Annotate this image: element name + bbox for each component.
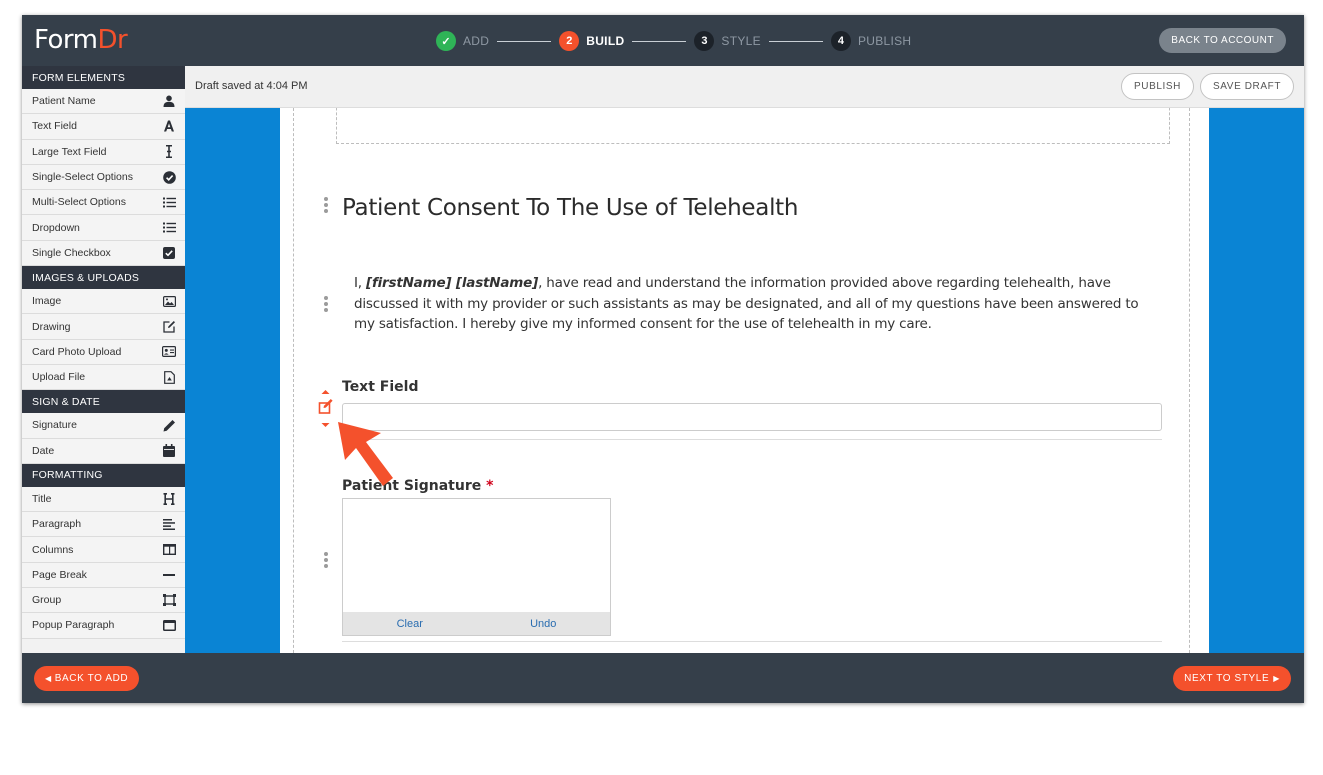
form-page: Patient Consent To The Use of Telehealth… (280, 108, 1209, 653)
section-sign-date: SIGN & DATE (22, 390, 185, 414)
back-to-account-button[interactable]: BACK TO ACCOUNT (1159, 28, 1286, 53)
file-icon (162, 370, 176, 384)
sidebar-item-image[interactable]: Image (22, 289, 185, 315)
previous-element-box[interactable] (336, 108, 1170, 144)
calendar-icon (162, 444, 176, 458)
next-to-style-button[interactable]: NEXT TO STYLE ▶ (1173, 666, 1291, 691)
form-elements-sidebar: FORM ELEMENTS Patient Name Text Field La… (22, 66, 185, 653)
step-publish-number: 4 (830, 31, 851, 51)
minus-icon (162, 568, 176, 582)
signature-pad[interactable]: Clear Undo (342, 498, 611, 636)
group-icon (162, 593, 176, 607)
chevron-left-icon: ◀ (45, 674, 52, 683)
sidebar-item-date[interactable]: Date (22, 438, 185, 464)
drag-handle-icon[interactable] (324, 296, 330, 314)
sidebar-item-columns[interactable]: Columns (22, 537, 185, 563)
checkbox-icon (162, 246, 176, 260)
sidebar-item-multi-select-options[interactable]: Multi-Select Options (22, 190, 185, 216)
sidebar-item-page-break[interactable]: Page Break (22, 562, 185, 589)
step-build[interactable]: 2 BUILD (559, 31, 624, 51)
divider (342, 439, 1162, 440)
section-formatting: FORMATTING (22, 463, 185, 487)
section-form-elements: FORM ELEMENTS (22, 66, 185, 89)
form-canvas: Patient Consent To The Use of Telehealth… (185, 108, 1304, 653)
progress-steps: ✓ ADD 2 BUILD 3 STYLE 4 PUBLISH (436, 30, 911, 52)
sidebar-item-title[interactable]: Title (22, 486, 185, 513)
bottom-footer: ◀ BACK TO ADD NEXT TO STYLE ▶ (22, 653, 1304, 703)
section-images-uploads: IMAGES & UPLOADS (22, 266, 185, 290)
back-to-add-button[interactable]: ◀ BACK TO ADD (34, 666, 140, 691)
sidebar-item-paragraph[interactable]: Paragraph (22, 512, 185, 538)
form-title[interactable]: Patient Consent To The Use of Telehealth (342, 195, 798, 221)
app-window: FormDr ✓ ADD 2 BUILD 3 STYLE 4 PUBLISH B… (22, 15, 1304, 703)
list-icon (162, 195, 176, 209)
pointer-arrow-icon (338, 422, 393, 486)
consent-paragraph[interactable]: I, [firstName] [lastName], have read and… (354, 273, 1154, 335)
step-connector (632, 40, 687, 42)
sidebar-item-patient-name[interactable]: Patient Name (22, 89, 185, 115)
builder-toolbar: Draft saved at 4:04 PM PUBLISH SAVE DRAF… (185, 66, 1304, 108)
sidebar-item-single-checkbox[interactable]: Single Checkbox (22, 240, 185, 267)
name-merge-tokens: [firstName] [lastName] (365, 275, 539, 291)
sidebar-item-single-select-options[interactable]: Single-Select Options (22, 164, 185, 191)
drag-handle-icon[interactable] (324, 197, 330, 215)
signature-actions: Clear Undo (343, 612, 610, 635)
step-publish-label: PUBLISH (857, 34, 912, 48)
sidebar-item-upload-file[interactable]: Upload File (22, 364, 185, 391)
check-circle-icon (162, 170, 176, 184)
step-connector (768, 40, 823, 42)
signature-clear-link[interactable]: Clear (343, 618, 477, 630)
sidebar-item-large-text-field[interactable]: Large Text Field (22, 139, 185, 165)
save-draft-button[interactable]: SAVE DRAFT (1200, 73, 1295, 100)
text-field-input[interactable] (342, 403, 1162, 431)
logo: FormDr (34, 25, 128, 55)
draft-status: Draft saved at 4:04 PM (195, 80, 308, 92)
signature-undo-link[interactable]: Undo (477, 618, 611, 630)
step-add-check-icon: ✓ (436, 31, 456, 51)
step-style[interactable]: 3 STYLE (694, 31, 761, 51)
letter-a-icon (162, 119, 176, 133)
sidebar-item-popup-paragraph[interactable]: Popup Paragraph (22, 613, 185, 639)
sidebar-item-group[interactable]: Group (22, 588, 185, 614)
list-icon (162, 221, 176, 235)
element-controls (317, 388, 335, 435)
top-header: FormDr ✓ ADD 2 BUILD 3 STYLE 4 PUBLISH B… (22, 15, 1304, 66)
step-style-number: 3 (694, 31, 715, 51)
sidebar-item-card-photo-upload[interactable]: Card Photo Upload (22, 339, 185, 365)
divider (342, 641, 1162, 642)
step-add-label: ADD (463, 34, 490, 48)
step-style-label: STYLE (721, 34, 761, 48)
step-connector (497, 40, 552, 42)
step-add[interactable]: ✓ ADD (436, 31, 489, 51)
popup-icon (162, 618, 176, 632)
publish-button[interactable]: PUBLISH (1121, 73, 1194, 100)
sidebar-item-drawing[interactable]: Drawing (22, 314, 185, 340)
columns-icon (162, 543, 176, 557)
step-build-label: BUILD (586, 34, 625, 48)
heading-icon (162, 492, 176, 506)
image-icon (162, 294, 176, 308)
user-icon (162, 94, 176, 108)
sidebar-item-dropdown[interactable]: Dropdown (22, 215, 185, 241)
text-field-label: Text Field (342, 379, 419, 395)
pencil-icon (162, 418, 176, 432)
required-mark: * (486, 478, 494, 494)
move-edit-icon[interactable] (317, 388, 335, 430)
id-card-icon (162, 345, 176, 359)
sidebar-item-signature[interactable]: Signature (22, 413, 185, 439)
align-left-icon (162, 517, 176, 531)
edit-icon (162, 320, 176, 334)
text-cursor-icon (162, 145, 176, 159)
chevron-right-icon: ▶ (1273, 674, 1280, 683)
drag-handle-icon[interactable] (324, 552, 330, 570)
step-publish[interactable]: 4 PUBLISH (830, 31, 912, 51)
sidebar-item-text-field[interactable]: Text Field (22, 114, 185, 140)
step-build-number: 2 (559, 31, 580, 51)
